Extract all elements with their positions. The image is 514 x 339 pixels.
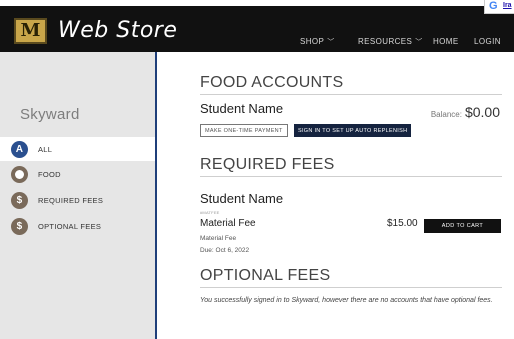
- letter-a-icon: A: [11, 140, 28, 158]
- optional-fees-message: You successfully signed in to Skyward, h…: [200, 297, 493, 304]
- sidebar: Skyward A ALL FOOD $ REQUIRED FEES $ OPT…: [0, 52, 157, 339]
- nav-resources-label: RESOURCES: [358, 37, 413, 46]
- sidebar-item-optional-fees[interactable]: $ OPTIONAL FEES: [0, 214, 155, 238]
- nav-shop-label: SHOP: [300, 37, 325, 46]
- fee-name: Material Fee: [200, 218, 256, 229]
- google-icon: G: [489, 0, 498, 12]
- food-accounts-heading: FOOD ACCOUNTS: [200, 74, 344, 91]
- balance-label: Balance:: [430, 110, 462, 119]
- chevron-down-icon: ﹀: [327, 39, 335, 46]
- fee-tag: #MATFEE: [200, 210, 220, 215]
- section-divider: [200, 287, 502, 288]
- sidebar-item-food[interactable]: FOOD: [0, 162, 155, 186]
- top-header-bar: M Web Store SHOP ﹀ RESOURCES ﹀ HOME LOGIN: [0, 6, 514, 52]
- nav-shop[interactable]: SHOP ﹀: [300, 37, 335, 47]
- sidebar-item-label: FOOD: [38, 169, 61, 179]
- fee-due-date: Due: Oct 6, 2022: [200, 247, 250, 254]
- store-title: Web Store: [58, 18, 178, 43]
- sidebar-item-label: ALL: [38, 144, 53, 154]
- balance-value: $0.00: [464, 104, 500, 120]
- optional-fees-heading: OPTIONAL FEES: [200, 267, 331, 284]
- chevron-down-icon: ﹀: [415, 39, 423, 46]
- translate-link[interactable]: Ira: [503, 2, 512, 9]
- nav-resources[interactable]: RESOURCES ﹀: [358, 37, 423, 47]
- dollar-icon: $: [11, 217, 28, 235]
- fee-description: Material Fee: [200, 235, 237, 242]
- school-logo[interactable]: M: [14, 18, 47, 44]
- required-student-name: Student Name: [200, 191, 284, 206]
- plate-icon: [11, 165, 28, 183]
- fee-amount: $15.00: [387, 218, 418, 229]
- sidebar-item-required-fees[interactable]: $ REQUIRED FEES: [0, 188, 155, 212]
- logo-letter: M: [20, 20, 41, 41]
- sign-in-auto-replenish-button[interactable]: SIGN IN TO SET UP AUTO REPLENISH: [294, 124, 412, 137]
- required-fees-heading: REQUIRED FEES: [200, 156, 335, 173]
- sidebar-item-all[interactable]: A ALL: [0, 137, 155, 161]
- food-balance: Balance: $0.00: [431, 104, 500, 120]
- section-divider: [200, 94, 502, 95]
- nav-home[interactable]: HOME: [433, 37, 459, 46]
- sidebar-item-label: REQUIRED FEES: [38, 195, 104, 205]
- sidebar-title: Skyward: [20, 106, 80, 123]
- dollar-icon: $: [11, 191, 28, 209]
- add-to-cart-button[interactable]: ADD TO CART: [424, 219, 501, 233]
- food-student-name: Student Name: [200, 101, 284, 116]
- google-translate-badge[interactable]: G Ira: [484, 0, 514, 14]
- nav-login[interactable]: LOGIN: [474, 37, 501, 46]
- sidebar-item-label: OPTIONAL FEES: [38, 221, 102, 231]
- make-one-time-payment-button[interactable]: MAKE ONE-TIME PAYMENT: [200, 124, 288, 137]
- section-divider: [200, 176, 502, 177]
